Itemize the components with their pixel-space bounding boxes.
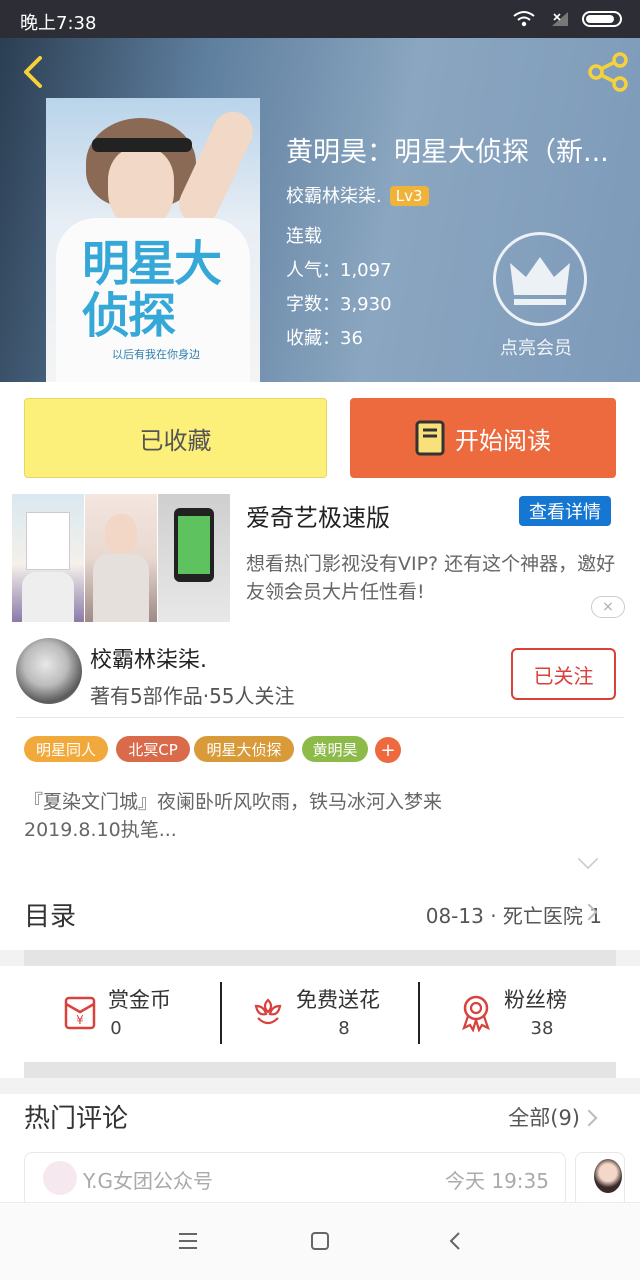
author-info: 著有5部作品·55人关注 bbox=[90, 684, 295, 708]
ad-image-phone-screen bbox=[178, 516, 210, 574]
author-name[interactable]: 校霸林柒柒. bbox=[90, 642, 207, 674]
reward-coin-button[interactable]: ¥ 赏金币 0 bbox=[60, 982, 210, 1042]
tag-label: 北冥CP bbox=[128, 740, 178, 759]
book-icon bbox=[415, 420, 445, 456]
book-header: 明星大侦探 以后有我在你身边 黄明昊：明星大侦探（新... 校霸林柒柒. Lv3 … bbox=[0, 38, 640, 382]
cover-figure-face bbox=[108, 148, 174, 228]
ad-close-button[interactable]: × bbox=[591, 596, 625, 618]
ad-detail-button[interactable]: 查看详情 bbox=[519, 496, 611, 526]
section-gap bbox=[24, 950, 616, 966]
ad-banner[interactable]: 爱奇艺极速版 查看详情 想看热门影视没有VIP? 还有这个神器，邀好友领会员大片… bbox=[0, 486, 640, 632]
section-gap bbox=[24, 1062, 616, 1078]
send-flower-label: 免费送花 bbox=[296, 988, 380, 1012]
comment-card[interactable]: Y.G女团公众号 今天 19:35 bbox=[24, 1152, 566, 1208]
add-tag-button[interactable]: + bbox=[375, 737, 401, 763]
fan-count: 38 bbox=[530, 1018, 554, 1039]
chevron-down-icon[interactable] bbox=[577, 848, 599, 870]
vip-badge[interactable] bbox=[493, 232, 587, 326]
cover-subtitle: 以后有我在你身边 bbox=[112, 348, 200, 361]
avatar[interactable] bbox=[43, 1161, 77, 1195]
cover-title: 明星大侦探 bbox=[82, 236, 222, 344]
avatar[interactable] bbox=[594, 1159, 622, 1193]
ad-image-3[interactable] bbox=[158, 494, 230, 622]
book-cover[interactable]: 明星大侦探 以后有我在你身边 bbox=[46, 98, 260, 382]
follow-button[interactable]: 已关注 bbox=[511, 648, 616, 700]
menu-icon[interactable] bbox=[178, 1231, 198, 1251]
author-row[interactable]: 校霸林柒柒. 著有5部作品·55人关注 已关注 bbox=[0, 632, 640, 718]
signal-icon bbox=[552, 12, 568, 26]
crown-icon bbox=[510, 257, 570, 305]
tag-3[interactable]: 黄明昊 bbox=[302, 736, 368, 762]
ad-image-paper bbox=[26, 512, 70, 570]
comment-card-next[interactable] bbox=[575, 1152, 625, 1208]
vip-label[interactable]: 点亮会员 bbox=[500, 334, 572, 360]
share-icon[interactable] bbox=[586, 50, 630, 94]
comment-time: 今天 19:35 bbox=[445, 1169, 549, 1193]
toc-title: 目录 bbox=[24, 902, 77, 932]
tag-1[interactable]: 北冥CP bbox=[116, 736, 190, 762]
tag-label: 明星同人 bbox=[35, 740, 96, 759]
author-level-badge: Lv3 bbox=[389, 186, 429, 206]
reward-coin-count: 0 bbox=[110, 1018, 122, 1039]
ad-image-figure bbox=[93, 554, 149, 622]
status-time: 晚上7:38 bbox=[20, 13, 97, 34]
avatar[interactable] bbox=[16, 638, 82, 704]
toc-row[interactable]: 目录 08-13 · 死亡医院 1 bbox=[0, 874, 640, 950]
book-favorites: 收藏：36 bbox=[286, 328, 363, 349]
comments-title: 热门评论 bbox=[24, 1104, 129, 1134]
battery-icon bbox=[582, 11, 622, 27]
book-popularity: 人气：1,097 bbox=[286, 260, 392, 281]
chevron-right-icon bbox=[580, 1109, 598, 1127]
book-word-count: 字数：3,930 bbox=[286, 294, 392, 315]
svg-text:¥: ¥ bbox=[76, 1013, 84, 1027]
ad-title[interactable]: 爱奇艺极速版 bbox=[246, 498, 390, 533]
ad-image-figure bbox=[22, 572, 74, 622]
hot-comments: 热门评论 全部(9) Y.G女团公众号 今天 19:35 bbox=[0, 1094, 640, 1208]
status-icons bbox=[512, 10, 622, 28]
divider bbox=[418, 982, 420, 1044]
action-bar: 已收藏 开始阅读 bbox=[0, 382, 640, 486]
fan-ranking-label: 粉丝榜 bbox=[504, 988, 567, 1012]
book-author-name[interactable]: 校霸林柒柒. bbox=[286, 186, 382, 207]
flower-icon bbox=[254, 998, 282, 1025]
comment-user[interactable]: Y.G女团公众号 bbox=[83, 1165, 213, 1194]
fan-ranking-button[interactable]: 粉丝榜 38 bbox=[456, 982, 606, 1042]
book-author[interactable]: 校霸林柒柒. Lv3 bbox=[286, 182, 429, 208]
send-flower-button[interactable]: 免费送花 8 bbox=[248, 982, 408, 1042]
tag-label: 黄明昊 bbox=[312, 740, 358, 759]
medal-icon bbox=[462, 995, 490, 1032]
divider bbox=[220, 982, 222, 1044]
book-state: 连载 bbox=[286, 226, 322, 247]
ad-image-2[interactable] bbox=[85, 494, 157, 622]
tags-section: 明星同人 北冥CP 明星大侦探 黄明昊 + 『夏染文门城』夜阑卧听风吹雨，铁马冰… bbox=[0, 718, 640, 874]
flower-count: 8 bbox=[338, 1018, 350, 1039]
book-title: 黄明昊：明星大侦探（新... bbox=[286, 137, 609, 168]
book-description: 『夏染文门城』夜阑卧听风吹雨，铁马冰河入梦来 2019.8.10执笔... bbox=[24, 791, 443, 841]
tag-0[interactable]: 明星同人 bbox=[24, 736, 108, 762]
toc-latest-chapter[interactable]: 08-13 · 死亡医院 1 bbox=[426, 900, 602, 929]
back-nav-icon[interactable] bbox=[446, 1231, 466, 1251]
ad-image-1[interactable] bbox=[12, 494, 84, 622]
status-bar: 晚上7:38 bbox=[0, 0, 640, 38]
reward-coin-label: 赏金币 bbox=[108, 988, 171, 1012]
comments-all-link[interactable]: 全部(9) bbox=[508, 1102, 580, 1132]
tag-label: 明星大侦探 bbox=[206, 740, 282, 759]
wifi-icon bbox=[513, 11, 535, 27]
cover-headband bbox=[92, 138, 192, 152]
system-nav-bar bbox=[0, 1202, 640, 1280]
back-icon[interactable] bbox=[14, 52, 54, 92]
ad-description: 想看热门影视没有VIP? 还有这个神器，邀好友领会员大片任性看! bbox=[246, 553, 616, 603]
ad-image-face bbox=[105, 514, 137, 554]
tag-2[interactable]: 明星大侦探 bbox=[194, 736, 294, 762]
favorited-button[interactable]: 已收藏 bbox=[24, 398, 327, 478]
start-reading-button[interactable]: 开始阅读 bbox=[350, 398, 616, 478]
start-reading-label: 开始阅读 bbox=[455, 426, 551, 455]
home-icon[interactable] bbox=[310, 1231, 330, 1251]
